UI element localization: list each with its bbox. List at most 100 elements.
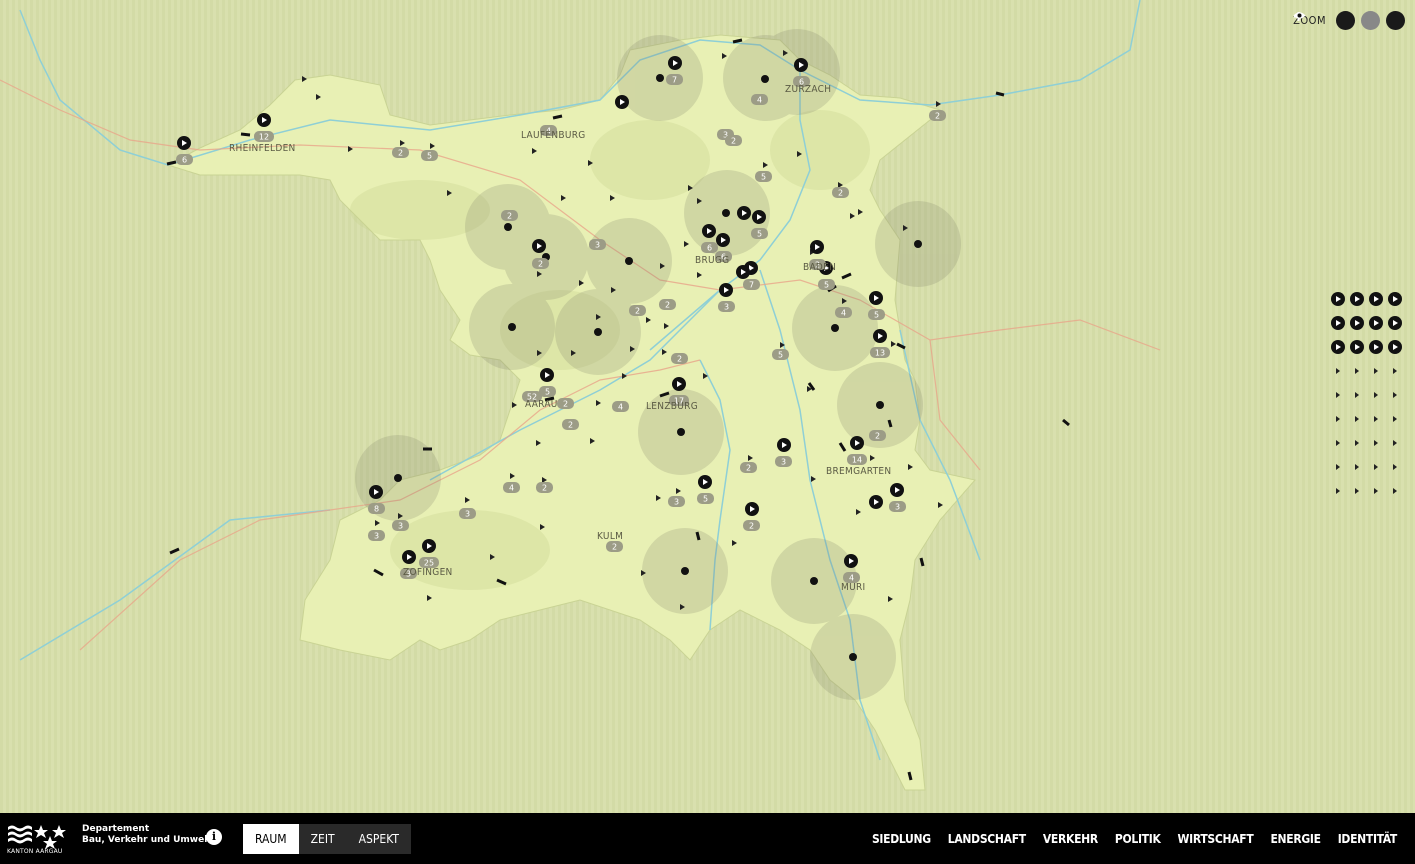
count-badge: 2 <box>869 430 886 441</box>
eye-icon <box>1293 12 1306 19</box>
zoom-in-button[interactable] <box>1294 11 1355 30</box>
pin-marker <box>668 56 682 70</box>
pin-marker <box>890 483 904 497</box>
place-label: BADEN <box>803 262 836 273</box>
count-badge: 2 <box>629 305 646 316</box>
count-badge: 3 <box>459 508 476 519</box>
footer-bar: KANTON AARGAU Departement Bau, Verkehr u… <box>0 813 1415 864</box>
pin-marker <box>850 436 864 450</box>
svg-text:5: 5 <box>761 173 766 182</box>
pin-marker <box>177 136 191 150</box>
theme-verkehr[interactable]: VERKEHR <box>1043 824 1098 854</box>
view-toggle-button[interactable] <box>1293 11 1405 30</box>
place-label: MURI <box>841 582 865 593</box>
svg-text:3: 3 <box>674 498 679 507</box>
mode-zeit[interactable]: ZEIT <box>299 824 347 854</box>
pin-marker <box>672 377 686 391</box>
count-badge: 4 <box>612 401 629 412</box>
svg-text:7: 7 <box>749 281 754 290</box>
zoom-controls: ZOOM <box>1293 11 1405 30</box>
place-label: LENZBURG <box>646 401 698 412</box>
pin-marker <box>745 502 759 516</box>
count-badge: 8 <box>368 503 385 514</box>
svg-text:2: 2 <box>568 421 573 430</box>
svg-text:3: 3 <box>895 503 900 512</box>
count-badge: 2 <box>743 520 760 531</box>
count-badge: 2 <box>606 541 623 552</box>
pin-marker <box>702 224 716 238</box>
pin-marker <box>422 539 436 553</box>
count-badge: 7 <box>666 74 683 85</box>
count-badge: 12 <box>254 131 274 142</box>
count-badge: 4 <box>835 307 852 318</box>
count-badge: 3 <box>889 501 906 512</box>
count-badge: 2 <box>659 299 676 310</box>
svg-text:2: 2 <box>612 543 617 552</box>
map-canvas[interactable]: 6 12 2 5 4 7 6 3 2 2 2 5 2 3 2 2 6 6 5 7… <box>0 0 1415 813</box>
department-name: Departement Bau, Verkehr und Umwelt <box>82 824 212 846</box>
svg-text:2: 2 <box>507 212 512 221</box>
pin-marker <box>777 438 791 452</box>
svg-text:8: 8 <box>374 505 379 514</box>
svg-text:5: 5 <box>874 311 879 320</box>
theme-nav: SIEDLUNG LANDSCHAFT VERKEHR POLITIK WIRT… <box>872 824 1397 854</box>
pin-marker <box>873 329 887 343</box>
count-badge: 13 <box>870 347 890 358</box>
theme-wirtschaft[interactable]: WIRTSCHAFT <box>1178 824 1254 854</box>
place-label: BRUGG <box>695 255 729 266</box>
pin-marker <box>844 554 858 568</box>
zoom-out-button[interactable] <box>1294 11 1380 30</box>
count-badge: 5 <box>697 493 714 504</box>
count-badge: 5 <box>751 228 768 239</box>
pin-marker <box>615 95 629 109</box>
pin-marker <box>540 368 554 382</box>
pin-marker <box>737 206 751 220</box>
count-badge: 2 <box>725 135 742 146</box>
svg-text:5: 5 <box>824 281 829 290</box>
place-label: AARAU <box>525 399 558 410</box>
place-label: KULM <box>597 531 623 542</box>
svg-text:2: 2 <box>935 112 940 121</box>
svg-text:3: 3 <box>781 458 786 467</box>
theme-identitaet[interactable]: IDENTITÄT <box>1338 824 1398 854</box>
svg-text:3: 3 <box>374 532 379 541</box>
pin-marker <box>369 485 383 499</box>
count-badge: 3 <box>589 239 606 250</box>
theme-politik[interactable]: POLITIK <box>1115 824 1161 854</box>
svg-text:4: 4 <box>841 309 846 318</box>
mode-raum[interactable]: RAUM <box>243 824 299 854</box>
count-badge: 6 <box>176 154 193 165</box>
count-badge: 3 <box>775 456 792 467</box>
place-label: BREMGARTEN <box>826 466 891 477</box>
count-badge: 2 <box>562 419 579 430</box>
theme-energie[interactable]: ENERGIE <box>1270 824 1321 854</box>
count-badge: 2 <box>392 147 409 158</box>
legend-grid[interactable] <box>1331 292 1402 494</box>
count-badge: 5 <box>755 171 772 182</box>
pin-marker <box>869 495 883 509</box>
svg-text:2: 2 <box>677 355 682 364</box>
count-badge: 2 <box>501 210 518 221</box>
svg-text:2: 2 <box>542 484 547 493</box>
count-badge: 14 <box>847 454 867 465</box>
theme-siedlung[interactable]: SIEDLUNG <box>872 824 931 854</box>
mode-switch: RAUM ZEIT ASPEKT <box>243 824 411 854</box>
count-badge: 2 <box>832 187 849 198</box>
count-badge: 2 <box>929 110 946 121</box>
svg-text:3: 3 <box>465 510 470 519</box>
count-badge: 4 <box>751 94 768 105</box>
svg-text:6: 6 <box>182 156 187 165</box>
info-icon[interactable]: i <box>206 829 222 845</box>
svg-text:4: 4 <box>618 403 623 412</box>
place-label: LAUFENBURG <box>521 130 586 141</box>
svg-text:3: 3 <box>398 522 403 531</box>
pin-marker <box>716 233 730 247</box>
svg-text:4: 4 <box>509 484 514 493</box>
svg-text:2: 2 <box>746 464 751 473</box>
theme-landschaft[interactable]: LANDSCHAFT <box>948 824 1026 854</box>
count-badge: 2 <box>671 353 688 364</box>
map-svg[interactable]: 6 12 2 5 4 7 6 3 2 2 2 5 2 3 2 2 6 6 5 7… <box>0 0 1415 813</box>
mode-aspekt[interactable]: ASPEKT <box>347 824 411 854</box>
count-badge: 2 <box>536 482 553 493</box>
count-badge: 5 <box>421 150 438 161</box>
